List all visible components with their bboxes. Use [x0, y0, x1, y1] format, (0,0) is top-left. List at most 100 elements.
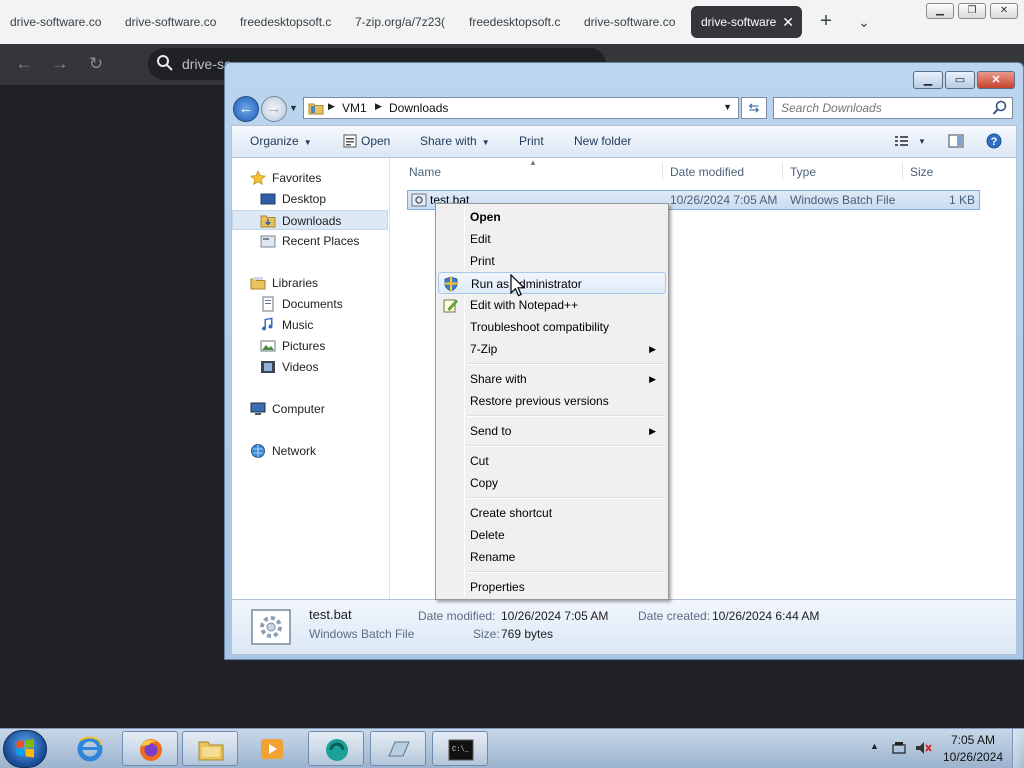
command-prompt-icon: C:\_	[448, 739, 474, 761]
nav-item-desktop[interactable]: Desktop	[232, 189, 388, 209]
new-folder-button[interactable]: New folder	[574, 126, 631, 157]
menu-item-troubleshoot-compatibility[interactable]: Troubleshoot compatibility	[438, 316, 666, 338]
submenu-arrow-icon: ▶	[649, 426, 656, 436]
menu-item-edit-with-notepad-plus-plus[interactable]: Edit with Notepad++	[438, 294, 666, 316]
menu-item-copy[interactable]: Copy	[438, 472, 666, 494]
svg-text:C:\_: C:\_	[452, 746, 470, 754]
print-button[interactable]: Print	[519, 126, 544, 157]
browser-tab[interactable]: 7-zip.org/a/7z23(	[345, 6, 450, 38]
view-options-icon[interactable]	[894, 133, 910, 149]
column-header-type[interactable]: Type	[790, 162, 816, 182]
menu-item-delete[interactable]: Delete	[438, 524, 666, 546]
taskbar-app-teal[interactable]	[308, 731, 364, 766]
close-icon[interactable]: ✕	[990, 3, 1018, 19]
browser-tab[interactable]: drive-software.co	[115, 6, 227, 38]
breadcrumb-arrow-icon[interactable]: ▶	[328, 101, 335, 112]
browser-tab[interactable]: drive-software.co	[574, 6, 686, 38]
back-button[interactable]: ←	[233, 96, 259, 122]
menu-item-edit[interactable]: Edit	[438, 228, 666, 250]
breadcrumb-downloads[interactable]: Downloads	[389, 101, 448, 115]
minimize-icon[interactable]: ▁	[913, 71, 943, 89]
menu-label: Run as administrator	[471, 277, 582, 291]
new-tab-button[interactable]: +	[814, 10, 838, 34]
back-arrow-icon[interactable]: ←	[14, 54, 34, 74]
chevron-down-icon[interactable]: ⌄	[852, 10, 876, 34]
chevron-down-icon[interactable]: ▼	[918, 126, 926, 157]
details-date-modified-label: Date modified:	[418, 609, 496, 623]
clock-date[interactable]: 10/26/2024	[940, 750, 1006, 764]
details-file-name: test.bat	[309, 607, 352, 622]
breadcrumb-vm1[interactable]: VM1	[342, 101, 367, 115]
taskbar-command-prompt[interactable]: C:\_	[432, 731, 488, 766]
menu-item-properties[interactable]: Properties	[438, 576, 666, 598]
search-field[interactable]	[773, 97, 1013, 119]
column-divider[interactable]	[782, 162, 783, 180]
menu-item-run-as-administrator[interactable]: Run as administrator	[438, 272, 666, 294]
internet-explorer-icon	[77, 736, 103, 762]
column-header-name[interactable]: Name	[409, 162, 441, 182]
address-bar[interactable]: ▶ VM1 ▶ Downloads ▼	[303, 97, 739, 119]
clock-time[interactable]: 7:05 AM	[940, 733, 1006, 747]
start-button[interactable]	[3, 730, 47, 768]
close-icon[interactable]: ✕	[977, 71, 1015, 89]
address-dropdown-icon[interactable]: ▼	[723, 102, 732, 112]
show-hidden-icons-icon[interactable]: ▲	[870, 741, 879, 751]
nav-item-documents[interactable]: Documents	[232, 294, 388, 314]
share-with-button[interactable]: Share with ▼	[420, 126, 490, 157]
column-header-size[interactable]: Size	[910, 162, 933, 182]
nav-item-videos[interactable]: Videos	[232, 357, 388, 377]
browser-tab-active[interactable]: drive-software ✕	[691, 6, 802, 38]
nav-item-downloads[interactable]: Downloads	[232, 210, 388, 230]
taskbar-app-gray[interactable]	[370, 731, 426, 766]
menu-item-restore-previous-versions[interactable]: Restore previous versions	[438, 390, 666, 412]
menu-item-share-with[interactable]: Share with ▶	[438, 368, 666, 390]
search-input[interactable]	[774, 98, 988, 118]
browser-tab[interactable]: freedesktopsoft.c	[230, 6, 342, 38]
taskbar-media-player[interactable]	[244, 731, 300, 766]
menu-item-rename[interactable]: Rename	[438, 546, 666, 568]
menu-item-send-to[interactable]: Send to ▶	[438, 420, 666, 442]
nav-item-favorites[interactable]: Favorites	[232, 168, 388, 188]
nav-item-network[interactable]: Network	[232, 441, 388, 461]
volume-muted-icon[interactable]	[914, 739, 932, 757]
menu-item-cut[interactable]: Cut	[438, 450, 666, 472]
menu-item-create-shortcut[interactable]: Create shortcut	[438, 502, 666, 524]
browser-tab[interactable]: freedesktopsoft.c	[459, 6, 571, 38]
menu-item-open[interactable]: Open	[438, 206, 666, 228]
reload-icon[interactable]: ↻	[86, 54, 106, 74]
tab-close-icon[interactable]: ✕	[782, 6, 794, 38]
recent-pages-icon[interactable]: ▼	[289, 103, 298, 113]
batch-file-icon	[251, 609, 291, 645]
maximize-icon[interactable]: ▭	[945, 71, 975, 89]
menu-item-print[interactable]: Print	[438, 250, 666, 272]
mouse-pointer-icon	[510, 274, 526, 297]
nav-item-recent-places[interactable]: Recent Places	[232, 231, 388, 251]
browser-tab[interactable]: drive-software.co	[0, 6, 112, 38]
column-divider[interactable]	[902, 162, 903, 180]
restore-icon[interactable]: ❐	[958, 3, 986, 19]
help-icon[interactable]: ?	[986, 133, 1002, 149]
nav-item-music[interactable]: Music	[232, 315, 388, 335]
action-center-icon[interactable]	[890, 739, 908, 757]
taskbar-windows-explorer[interactable]	[182, 731, 238, 766]
breadcrumb-arrow-icon[interactable]: ▶	[375, 101, 382, 112]
column-header-date-modified[interactable]: Date modified	[670, 162, 744, 182]
share-with-label: Share with	[420, 134, 477, 148]
uac-shield-icon	[444, 276, 458, 292]
nav-item-computer[interactable]: Computer	[232, 399, 388, 419]
minimize-icon[interactable]: ▁	[926, 3, 954, 19]
taskbar-firefox[interactable]	[122, 731, 178, 766]
open-button[interactable]: Open	[361, 126, 390, 157]
organize-button[interactable]: Organize ▼	[250, 126, 312, 157]
refresh-button[interactable]: ⇆	[741, 97, 767, 119]
nav-item-libraries[interactable]: Libraries	[232, 273, 388, 293]
column-divider[interactable]	[662, 162, 663, 180]
show-desktop-button[interactable]	[1012, 729, 1024, 768]
preview-pane-icon[interactable]	[948, 133, 964, 149]
forward-arrow-icon[interactable]: →	[50, 54, 70, 74]
nav-item-pictures[interactable]: Pictures	[232, 336, 388, 356]
folder-icon	[198, 741, 224, 761]
taskbar-internet-explorer[interactable]	[62, 731, 118, 766]
menu-item-7-zip[interactable]: 7-Zip ▶	[438, 338, 666, 360]
forward-button[interactable]: →	[261, 96, 287, 122]
